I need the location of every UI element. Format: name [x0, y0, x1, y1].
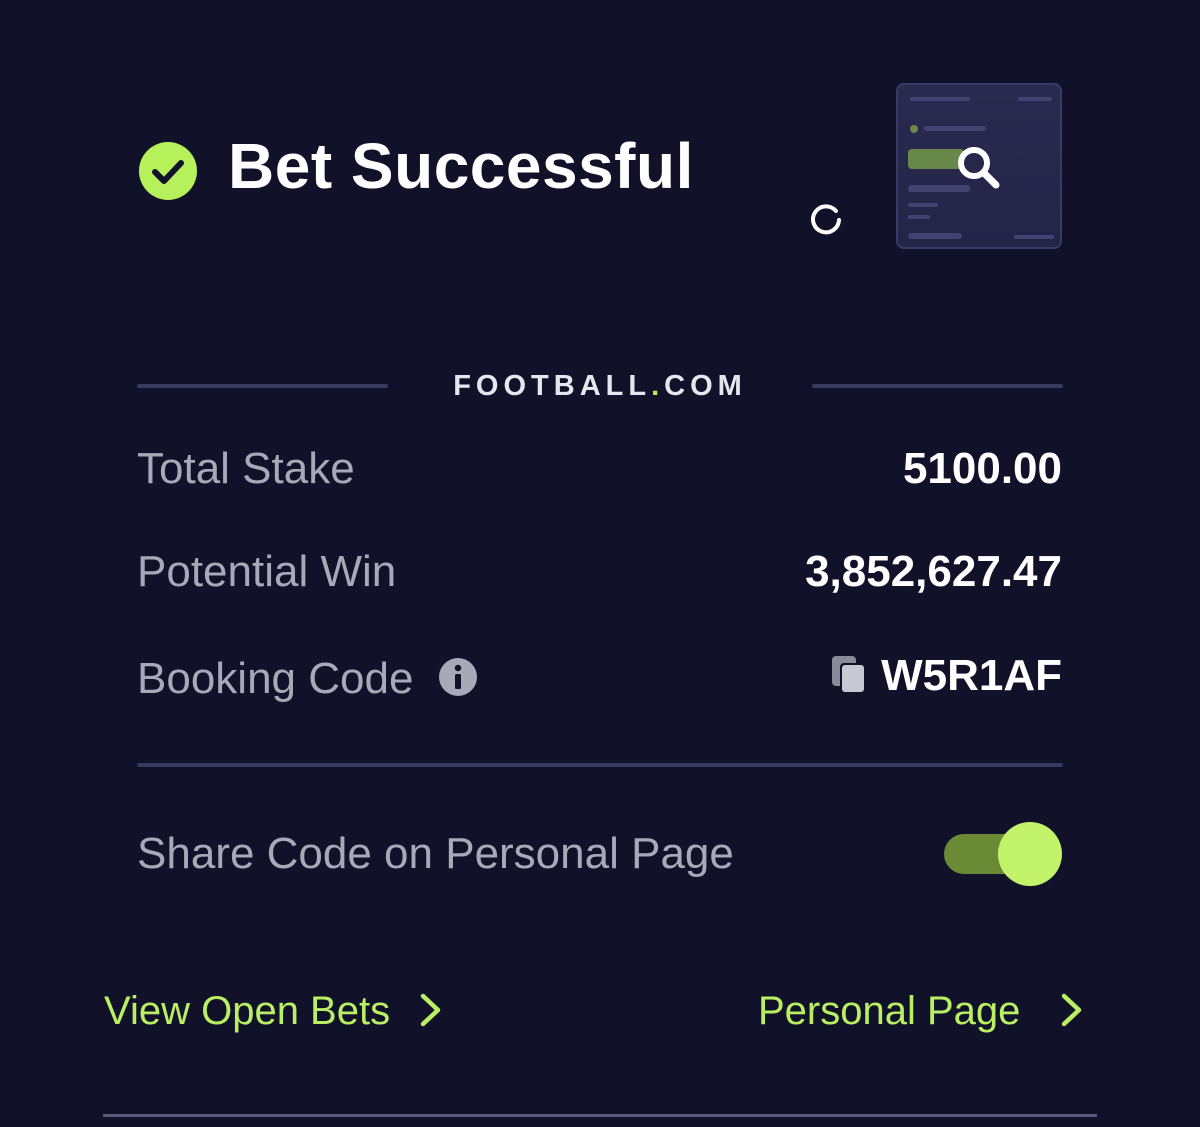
potential-win-value: 3,852,627.47 [805, 547, 1062, 596]
booking-code-label: Booking Code [137, 654, 414, 703]
magnifier-icon[interactable] [954, 143, 1004, 193]
check-circle-icon [139, 142, 197, 200]
bet-confirmation-screen: Bet Successful FOOTBALL.COM Total Stake … [0, 0, 1200, 1127]
chevron-right-icon[interactable] [1059, 992, 1085, 1028]
preview-blur-line [924, 126, 986, 131]
divider-left [137, 384, 388, 388]
preview-blur-line [910, 97, 970, 101]
page-title: Bet Successful [228, 130, 694, 202]
spinner-icon [811, 204, 841, 235]
potential-win-label: Potential Win [137, 547, 397, 596]
preview-blur-line [1018, 97, 1052, 101]
brand-name-part1: FOOTBALL [453, 370, 652, 402]
share-code-toggle[interactable] [942, 822, 1064, 886]
chevron-right-icon[interactable] [418, 992, 444, 1028]
bottom-divider [103, 1114, 1097, 1117]
section-divider [137, 763, 1063, 767]
brand-name-part2: COM [664, 370, 747, 402]
preview-blur-line [1014, 235, 1054, 239]
preview-blur-line [908, 203, 938, 207]
brand-dot: . [651, 370, 665, 402]
toggle-knob [998, 822, 1062, 886]
bet-slip-preview-thumbnail[interactable] [896, 83, 1062, 249]
share-code-label: Share Code on Personal Page [137, 829, 734, 878]
total-stake-value: 5100.00 [902, 444, 1062, 493]
copy-icon[interactable] [830, 654, 868, 696]
preview-blur-dot [910, 125, 918, 133]
personal-page-link[interactable]: Personal Page [758, 987, 1020, 1035]
info-icon[interactable] [438, 657, 478, 697]
preview-blur-line [908, 215, 930, 219]
booking-code-value: W5R1AF [881, 651, 1062, 700]
divider-right [812, 384, 1063, 388]
total-stake-label: Total Stake [137, 444, 355, 493]
view-open-bets-link[interactable]: View Open Bets [104, 987, 390, 1035]
brand-logo: FOOTBALL.COM [400, 368, 800, 404]
preview-blur-line [908, 233, 962, 239]
